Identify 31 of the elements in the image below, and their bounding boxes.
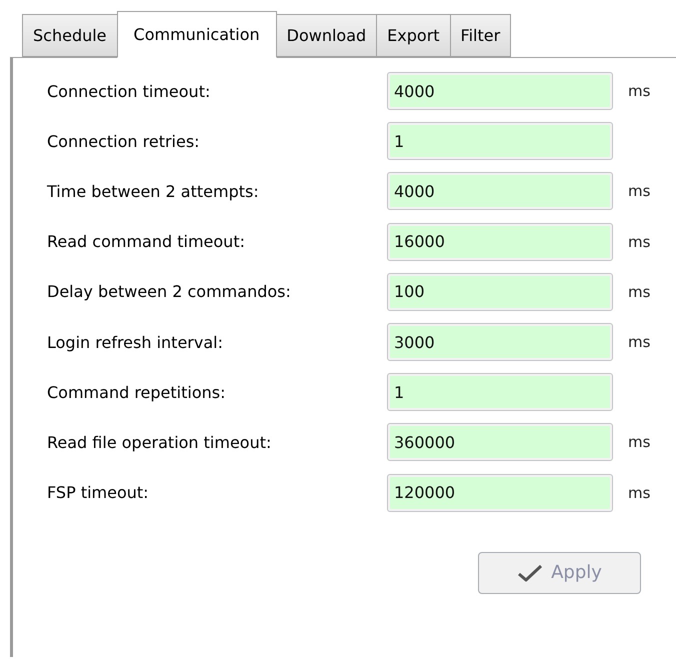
input-field[interactable]: 1 (387, 122, 613, 160)
unit-label: ms (628, 433, 652, 452)
input-field[interactable]: 4000 (387, 72, 613, 110)
tab[interactable]: Schedule (22, 14, 118, 57)
input-field[interactable]: 3000 (387, 323, 613, 362)
tab[interactable]: Filter (450, 14, 512, 57)
field-label: FSP timeout: (47, 483, 150, 502)
tab[interactable]: Download (276, 14, 378, 57)
field-label: Connection timeout: (47, 82, 212, 101)
input-field[interactable]: 120000 (387, 474, 613, 512)
unit-label: ms (628, 82, 652, 100)
tab[interactable]: Communication (116, 11, 277, 58)
checkmark-icon (517, 562, 544, 583)
input-field[interactable]: 1 (387, 373, 613, 412)
field-label: Time between 2 attempts: (47, 182, 260, 201)
input-field[interactable]: 100 (387, 272, 613, 311)
field-label: Read command timeout: (47, 232, 246, 252)
field-label: Delay between 2 commandos: (47, 282, 292, 302)
field-label: Login refresh interval: (47, 332, 224, 352)
input-field[interactable]: 16000 (387, 222, 613, 261)
unit-label: ms (628, 333, 652, 352)
unit-label: ms (628, 182, 652, 200)
field-label: Read file operation timeout: (47, 432, 272, 452)
input-field[interactable]: 360000 (387, 423, 613, 462)
input-field[interactable]: 4000 (387, 172, 613, 210)
tab[interactable]: Export (376, 14, 451, 57)
field-label: Connection retries: (47, 132, 201, 151)
field-label: Command repetitions: (47, 382, 226, 402)
unit-label: ms (628, 484, 652, 502)
unit-label: ms (628, 232, 652, 251)
unit-label: ms (628, 282, 652, 301)
